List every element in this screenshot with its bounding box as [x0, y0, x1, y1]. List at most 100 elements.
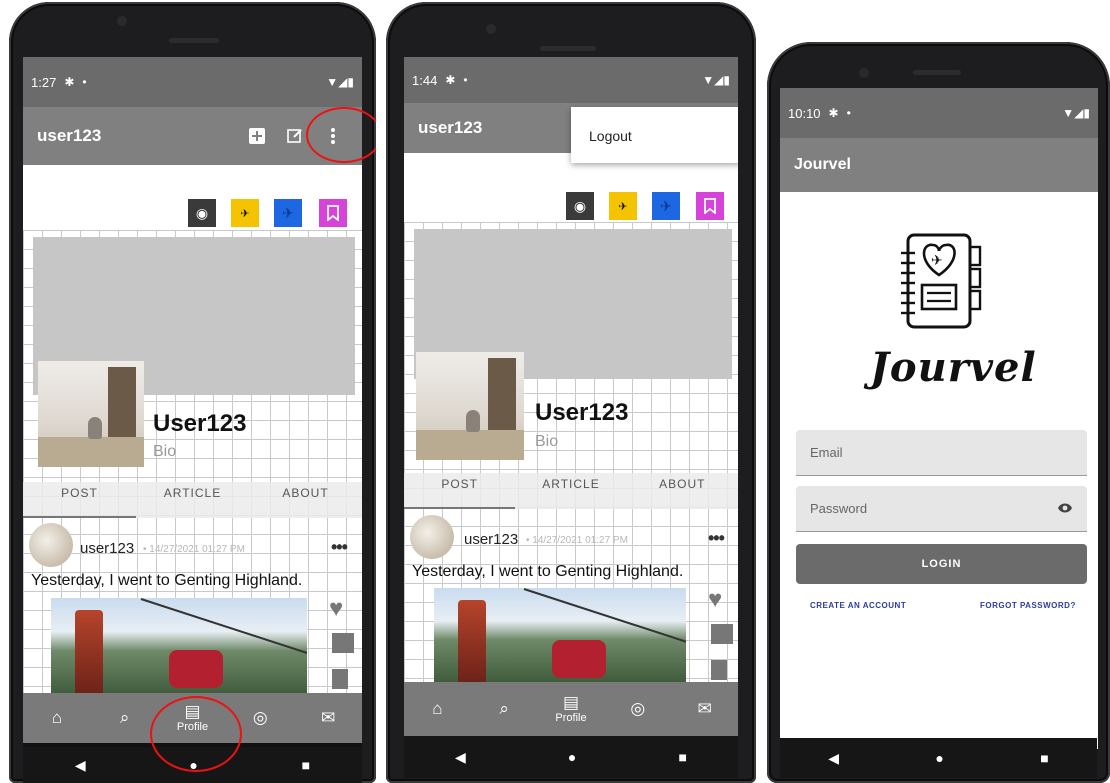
tab-article[interactable]: ARTICLE [515, 473, 626, 509]
forgot-password-link[interactable]: FORGOT PASSWORD? [980, 601, 1076, 610]
signal-battery-icon: ▼◢▮ [1062, 106, 1090, 120]
bookmark-chip[interactable] [319, 199, 347, 227]
post-image[interactable] [51, 598, 307, 694]
post-timestamp: • 14/27/2021 01:27 PM [143, 544, 245, 555]
plane-icon: ✈ [660, 197, 672, 214]
image-cable [523, 588, 686, 646]
avatar-floor [38, 437, 144, 467]
profile-tabs: POST ARTICLE ABOUT [404, 473, 738, 509]
recents-icon[interactable]: ■ [1040, 750, 1048, 766]
status-time: 10:10 [788, 105, 821, 121]
map-plane-icon: ✈ [618, 200, 628, 213]
home-circle-icon[interactable]: ● [935, 750, 943, 766]
like-heart-icon[interactable]: ♥ [708, 586, 722, 614]
bookmark-chip[interactable] [696, 192, 724, 220]
post-username[interactable]: user123 [464, 531, 518, 548]
app-title: Jourvel [794, 156, 851, 173]
world-chip[interactable]: ◉ [188, 199, 216, 227]
profile-display-name: User123 [535, 399, 629, 426]
tab-post[interactable]: POST [404, 473, 516, 509]
plane-chip[interactable]: ✈ [274, 199, 302, 227]
profile-bio: Bio [535, 433, 559, 450]
avatar-floor [416, 430, 524, 460]
post-avatar[interactable] [410, 515, 454, 559]
front-camera [859, 68, 869, 78]
nav-messages[interactable]: ✉ [294, 709, 362, 727]
earpiece-speaker [540, 46, 596, 51]
annotation-circle-menu [306, 107, 376, 163]
app-bar-username: user123 [37, 126, 102, 145]
home-icon: ⌂ [432, 699, 443, 718]
profile-avatar[interactable] [38, 361, 144, 467]
image-gondola [169, 650, 223, 688]
email-placeholder: Email [810, 445, 843, 460]
earpiece-speaker [913, 70, 961, 75]
map-chip[interactable]: ✈ [231, 199, 259, 227]
post-time-text: 14/27/2021 01:27 PM [532, 535, 628, 546]
nav-home[interactable]: ⌂ [404, 700, 471, 718]
nav-search[interactable]: ⌕ [471, 700, 538, 718]
comment-icon[interactable] [332, 633, 354, 653]
add-post-button[interactable] [242, 121, 272, 151]
post-image[interactable] [434, 588, 686, 682]
profile-display-name: User123 [153, 410, 247, 437]
notification-dot-icon: • [846, 106, 851, 120]
map-chip[interactable]: ✈ [609, 192, 637, 220]
eye-icon[interactable] [1057, 501, 1073, 517]
edit-icon [287, 129, 302, 143]
nav-profile[interactable]: ▤ Profile [538, 693, 605, 725]
signal-battery-icon: ▼◢▮ [326, 75, 354, 89]
svg-text:✈: ✈ [931, 253, 943, 269]
map-plane-icon: ✈ [240, 207, 250, 220]
post-more-button[interactable]: ••• [331, 537, 348, 558]
menu-item-logout[interactable]: Logout [589, 128, 632, 144]
image-cable [140, 598, 307, 656]
comment-icon[interactable] [711, 624, 733, 644]
profile-tabs: POST ARTICLE ABOUT [23, 482, 362, 518]
screen-profile: 1:27 ✱ • ▼◢▮ user123 ◉ ✈ ✈ User123 Bio P… [23, 57, 362, 747]
globe-icon: ◉ [573, 197, 587, 214]
wordmark: Jourvel [870, 344, 1037, 391]
login-button[interactable]: LOGIN [796, 544, 1087, 584]
like-heart-icon[interactable]: ♥ [329, 595, 343, 623]
profile-bio: Bio [153, 443, 177, 460]
screen-login: 10:10 ✱ • ▼◢▮ Jourvel ✈ Jourvel Email Pa… [780, 88, 1098, 749]
settings-status-icon: ✱ [828, 106, 839, 120]
plane-icon: ✈ [282, 204, 294, 221]
plus-box-icon [249, 128, 265, 144]
share-icon[interactable] [711, 660, 727, 680]
signal-battery-icon: ▼◢▮ [702, 73, 730, 87]
home-circle-icon[interactable]: ● [568, 749, 576, 765]
world-chip[interactable]: ◉ [566, 192, 594, 220]
profile-avatar[interactable] [416, 352, 524, 460]
email-field[interactable]: Email [796, 430, 1087, 476]
tab-about[interactable]: ABOUT [627, 473, 738, 509]
image-pagoda [458, 600, 486, 682]
nav-home[interactable]: ⌂ [23, 709, 91, 727]
tab-about[interactable]: ABOUT [249, 482, 362, 518]
back-icon[interactable]: ◀ [455, 749, 466, 766]
plane-chip[interactable]: ✈ [652, 192, 680, 220]
phone-1: 1:27 ✱ • ▼◢▮ user123 ◉ ✈ ✈ User123 Bio P… [9, 2, 376, 783]
create-account-link[interactable]: CREATE AN ACCOUNT [810, 601, 906, 610]
tab-post[interactable]: POST [23, 482, 136, 518]
nav-camera[interactable]: ◎ [604, 700, 671, 718]
status-bar: 1:27 ✱ • ▼◢▮ [23, 57, 362, 107]
nav-search[interactable]: ⌕ [91, 709, 159, 727]
front-camera [486, 24, 496, 34]
front-camera [117, 16, 127, 26]
back-icon[interactable]: ◀ [828, 750, 839, 767]
password-field[interactable]: Password [796, 486, 1087, 532]
post-username[interactable]: user123 [80, 540, 134, 557]
nav-messages[interactable]: ✉ [671, 700, 738, 718]
share-icon[interactable] [332, 669, 348, 689]
post-text: Yesterday, I went to Genting Highland. [412, 563, 684, 580]
back-icon[interactable]: ◀ [75, 757, 86, 774]
tab-article[interactable]: ARTICLE [136, 482, 249, 518]
recents-icon[interactable]: ■ [302, 757, 310, 773]
recents-icon[interactable]: ■ [678, 749, 686, 765]
post-avatar[interactable] [29, 523, 73, 567]
settings-status-icon: ✱ [445, 73, 456, 87]
profile-doc-icon: ▤ [562, 693, 580, 712]
post-more-button[interactable]: ••• [708, 528, 725, 549]
